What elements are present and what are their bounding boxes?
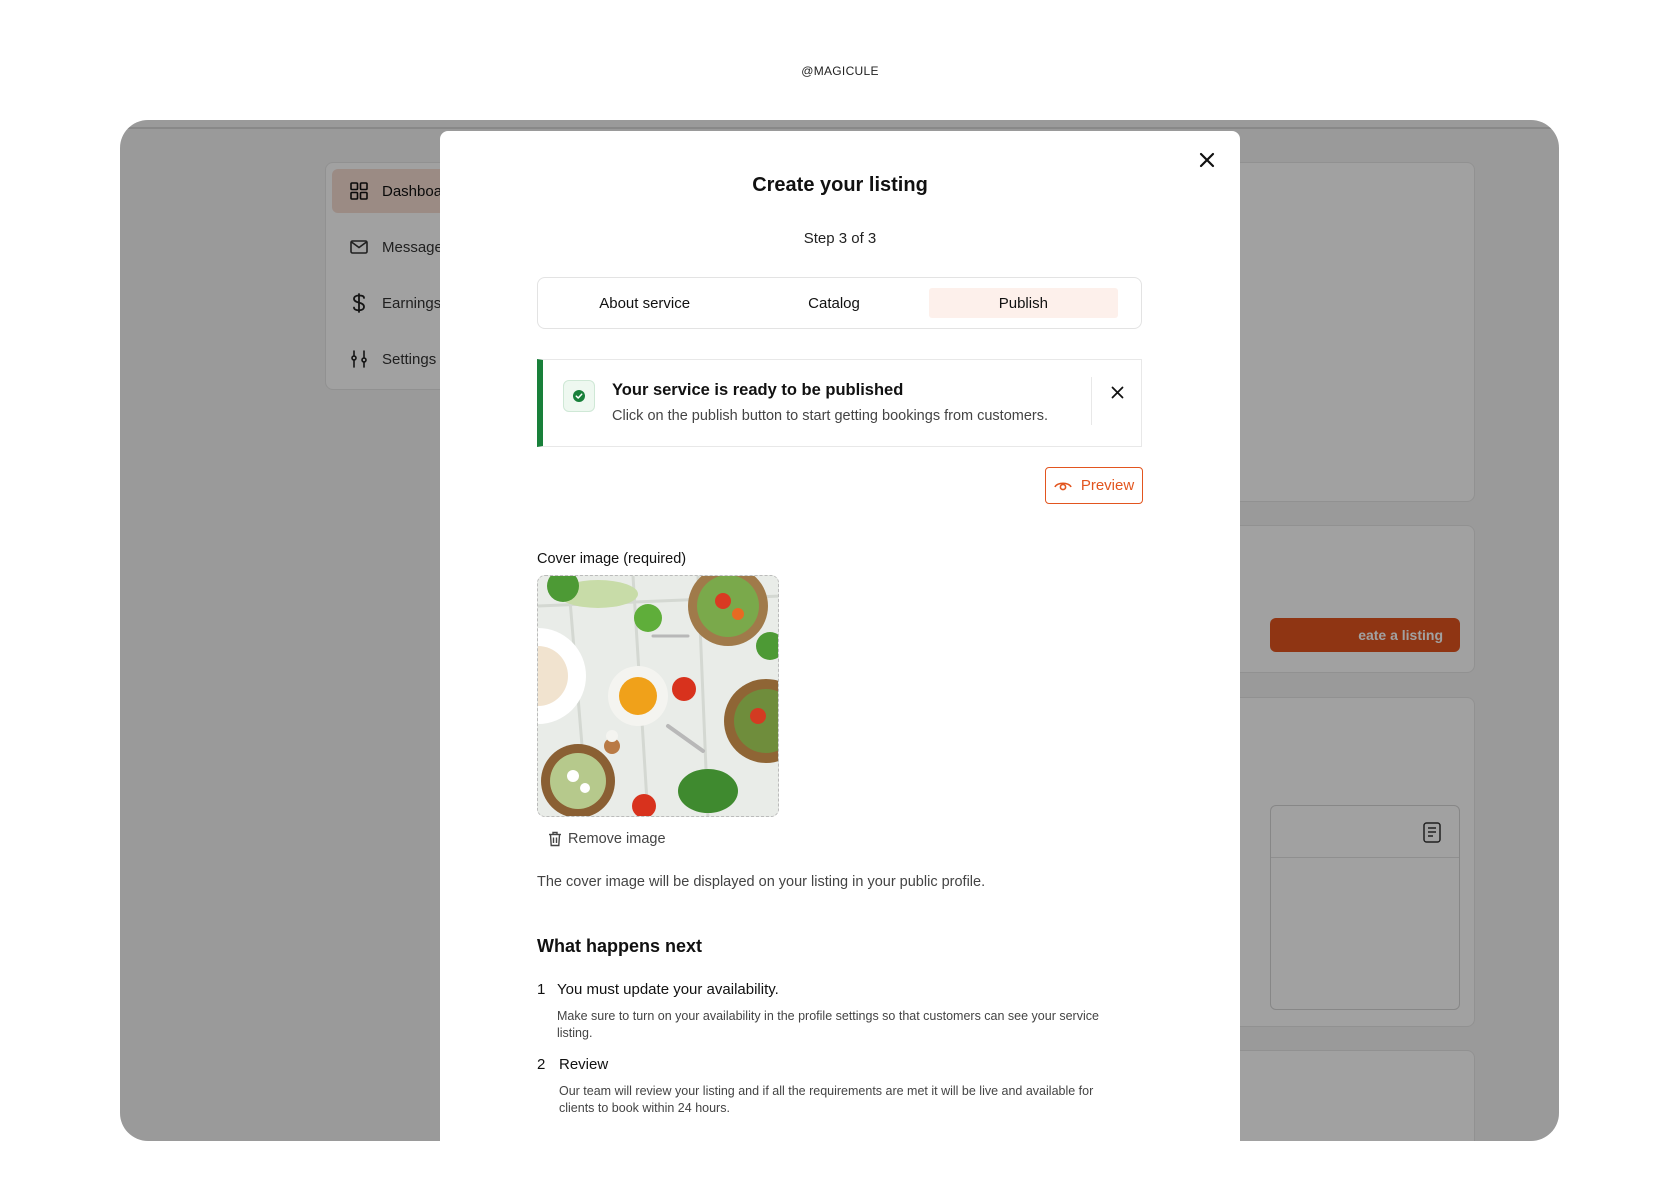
preview-label: Preview	[1080, 477, 1135, 494]
remove-image-button[interactable]: Remove image	[548, 831, 666, 847]
eye-icon	[1054, 480, 1072, 492]
success-alert: Your service is ready to be published Cl…	[537, 359, 1142, 447]
remove-image-label: Remove image	[568, 831, 666, 847]
tab-publish[interactable]: Publish	[928, 288, 1118, 318]
step-tabs: About service Catalog Publish	[537, 277, 1142, 329]
alert-description: Click on the publish button to start get…	[612, 408, 1049, 424]
tab-about-service[interactable]: About service	[550, 288, 739, 318]
step-title: You must update your availability.	[557, 981, 779, 998]
step-number: 2	[537, 1056, 546, 1073]
alert-title: Your service is ready to be published	[612, 381, 904, 399]
step-number: 1	[537, 981, 546, 998]
create-listing-modal: Create your listing Step 3 of 3 About se…	[440, 131, 1240, 1141]
step-description: Make sure to turn on your availability i…	[557, 1009, 1099, 1040]
what-happens-next-heading: What happens next	[537, 936, 703, 956]
step-title: Review	[559, 1056, 609, 1073]
cover-image[interactable]	[537, 575, 779, 817]
step-description: Our team will review your listing and if…	[559, 1084, 1094, 1115]
tab-catalog[interactable]: Catalog	[739, 288, 928, 318]
trash-icon	[548, 831, 562, 847]
cover-image-help: The cover image will be displayed on you…	[537, 874, 986, 890]
preview-button[interactable]: Preview	[1045, 467, 1143, 504]
check-circle-icon	[563, 380, 595, 412]
close-icon[interactable]	[1194, 147, 1220, 173]
cover-image-label: Cover image (required)	[537, 551, 687, 567]
modal-title: Create your listing	[752, 174, 928, 196]
watermark: @MAGICULE	[801, 64, 879, 78]
alert-divider	[1091, 377, 1092, 425]
step-indicator: Step 3 of 3	[803, 230, 877, 247]
close-icon[interactable]	[1106, 381, 1128, 403]
